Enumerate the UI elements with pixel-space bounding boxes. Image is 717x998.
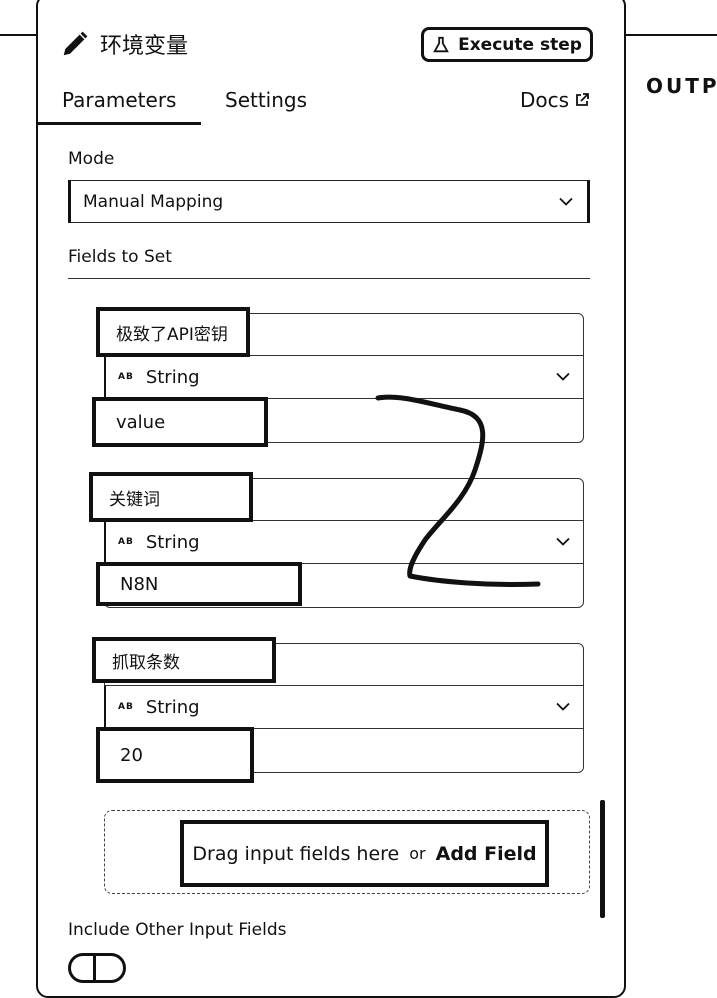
docs-label: Docs [520, 88, 570, 112]
mode-label: Mode [68, 149, 115, 169]
pencil-icon[interactable] [60, 29, 90, 59]
flask-icon [433, 36, 449, 52]
scrollbar[interactable] [600, 800, 605, 918]
tab-docs[interactable]: Docs [520, 88, 589, 112]
top-border-left [0, 34, 38, 36]
field-value: value [116, 411, 166, 433]
field-name-input[interactable]: 抓取条数 [92, 637, 276, 683]
include-other-label: Include Other Input Fields [68, 920, 287, 940]
chevron-down-icon [556, 537, 570, 546]
chevron-down-icon [559, 197, 573, 206]
fields-to-set-label: Fields to Set [68, 247, 172, 267]
field-value: 20 [120, 744, 143, 766]
field-type: String [145, 696, 200, 718]
node-title-row: 环境变量 [60, 28, 188, 60]
add-field-button[interactable]: Add Field [436, 843, 537, 865]
tab-settings[interactable]: Settings [225, 88, 307, 112]
drop-zone-message: Drag input fields here or Add Field [180, 820, 549, 887]
field-type: String [145, 531, 200, 553]
tab-parameters[interactable]: Parameters [62, 88, 176, 112]
field-name-input[interactable]: 极致了API密钥 [96, 307, 250, 357]
drop-or: or [409, 844, 426, 863]
field-name: 抓取条数 [112, 652, 180, 673]
string-type-icon: AB [118, 537, 134, 547]
field-value-input[interactable]: N8N [96, 562, 302, 606]
string-type-icon: AB [118, 702, 134, 712]
execute-step-label: Execute step [458, 34, 582, 55]
include-other-toggle[interactable] [68, 953, 126, 983]
tab-bar: Parameters Settings Docs [38, 84, 618, 126]
field-type-select[interactable]: AB String [104, 686, 584, 728]
field-name: 极致了API密钥 [116, 324, 228, 345]
external-link-icon [576, 93, 589, 106]
field-name-input[interactable]: 关键词 [89, 472, 253, 522]
node-title[interactable]: 环境变量 [100, 28, 188, 60]
section-divider [68, 278, 590, 279]
drop-text: Drag input fields here [192, 842, 400, 865]
chevron-down-icon [556, 702, 570, 711]
string-type-icon: AB [118, 372, 134, 382]
chevron-down-icon [556, 372, 570, 381]
field-type: String [145, 366, 200, 388]
toggle-knob [93, 956, 96, 980]
field-value-input[interactable]: 20 [96, 727, 254, 783]
field-value-input[interactable]: value [92, 397, 268, 447]
execute-step-button[interactable]: Execute step [421, 27, 593, 62]
mode-value: Manual Mapping [83, 191, 224, 212]
top-border-right [622, 34, 717, 36]
mode-select[interactable]: Manual Mapping [68, 180, 590, 223]
handwritten-annotation [375, 394, 541, 588]
active-tab-indicator [38, 122, 201, 125]
field-value: N8N [120, 573, 159, 595]
field-name: 关键词 [109, 489, 160, 510]
output-panel-label: OUTP [646, 74, 717, 98]
field-assignment: 抓取条数 AB String 20 [92, 637, 584, 783]
